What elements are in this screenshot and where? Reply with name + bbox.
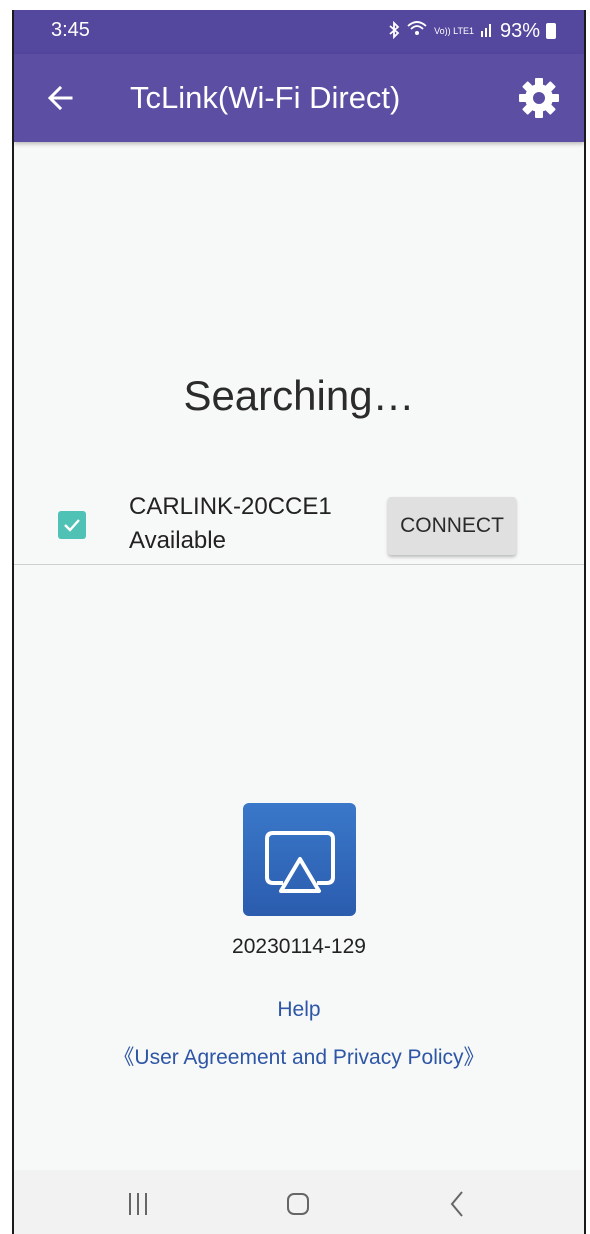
- app-logo: [243, 803, 356, 916]
- battery-icon: [546, 23, 556, 39]
- privacy-policy-link[interactable]: 《User Agreement and Privacy Policy》: [14, 1041, 584, 1071]
- app-title: TcLink(Wi-Fi Direct): [130, 80, 401, 115]
- arrow-left-icon: [47, 85, 73, 111]
- back-button[interactable]: [42, 80, 78, 116]
- status-time: 3:45: [51, 19, 90, 41]
- app-bar: TcLink(Wi-Fi Direct): [14, 54, 584, 142]
- device-list-item: CARLINK-20CCE1 Available CONNECT: [14, 488, 584, 564]
- check-icon: [64, 519, 80, 532]
- connect-button[interactable]: CONNECT: [388, 497, 516, 555]
- battery-percent: 93%: [499, 19, 540, 42]
- phone-screen: 3:45 Vo)) LTE1 93% TcLink(Wi-Fi Direct) …: [14, 10, 584, 1234]
- gear-icon: [519, 78, 559, 118]
- device-frame: 3:45 Vo)) LTE1 93% TcLink(Wi-Fi Direct) …: [0, 0, 590, 1234]
- recents-icon: [129, 1193, 147, 1215]
- version-text: 20230114-129: [232, 935, 366, 958]
- system-nav-bar: [14, 1170, 584, 1234]
- status-icons: Vo)) LTE1 93%: [388, 19, 556, 43]
- screen-mirror-icon: [264, 830, 335, 893]
- nav-back-button[interactable]: [436, 1184, 480, 1224]
- recents-button[interactable]: [116, 1184, 160, 1224]
- device-checkbox[interactable]: [58, 511, 86, 539]
- help-link[interactable]: Help: [14, 998, 584, 1022]
- home-icon: [287, 1193, 309, 1215]
- wifi-icon: [406, 19, 428, 43]
- bluetooth-icon: [388, 20, 400, 42]
- lte-icon: Vo)) LTE1: [434, 25, 474, 36]
- searching-text: Searching…: [183, 372, 415, 419]
- device-name: CARLINK-20CCE1: [129, 493, 332, 520]
- status-bar: 3:45 Vo)) LTE1 93%: [14, 10, 584, 54]
- settings-button[interactable]: [518, 77, 560, 119]
- device-status: Available: [129, 527, 226, 554]
- signal-icon: [480, 20, 494, 43]
- divider: [14, 564, 584, 565]
- home-button[interactable]: [276, 1184, 320, 1224]
- back-icon: [450, 1191, 463, 1217]
